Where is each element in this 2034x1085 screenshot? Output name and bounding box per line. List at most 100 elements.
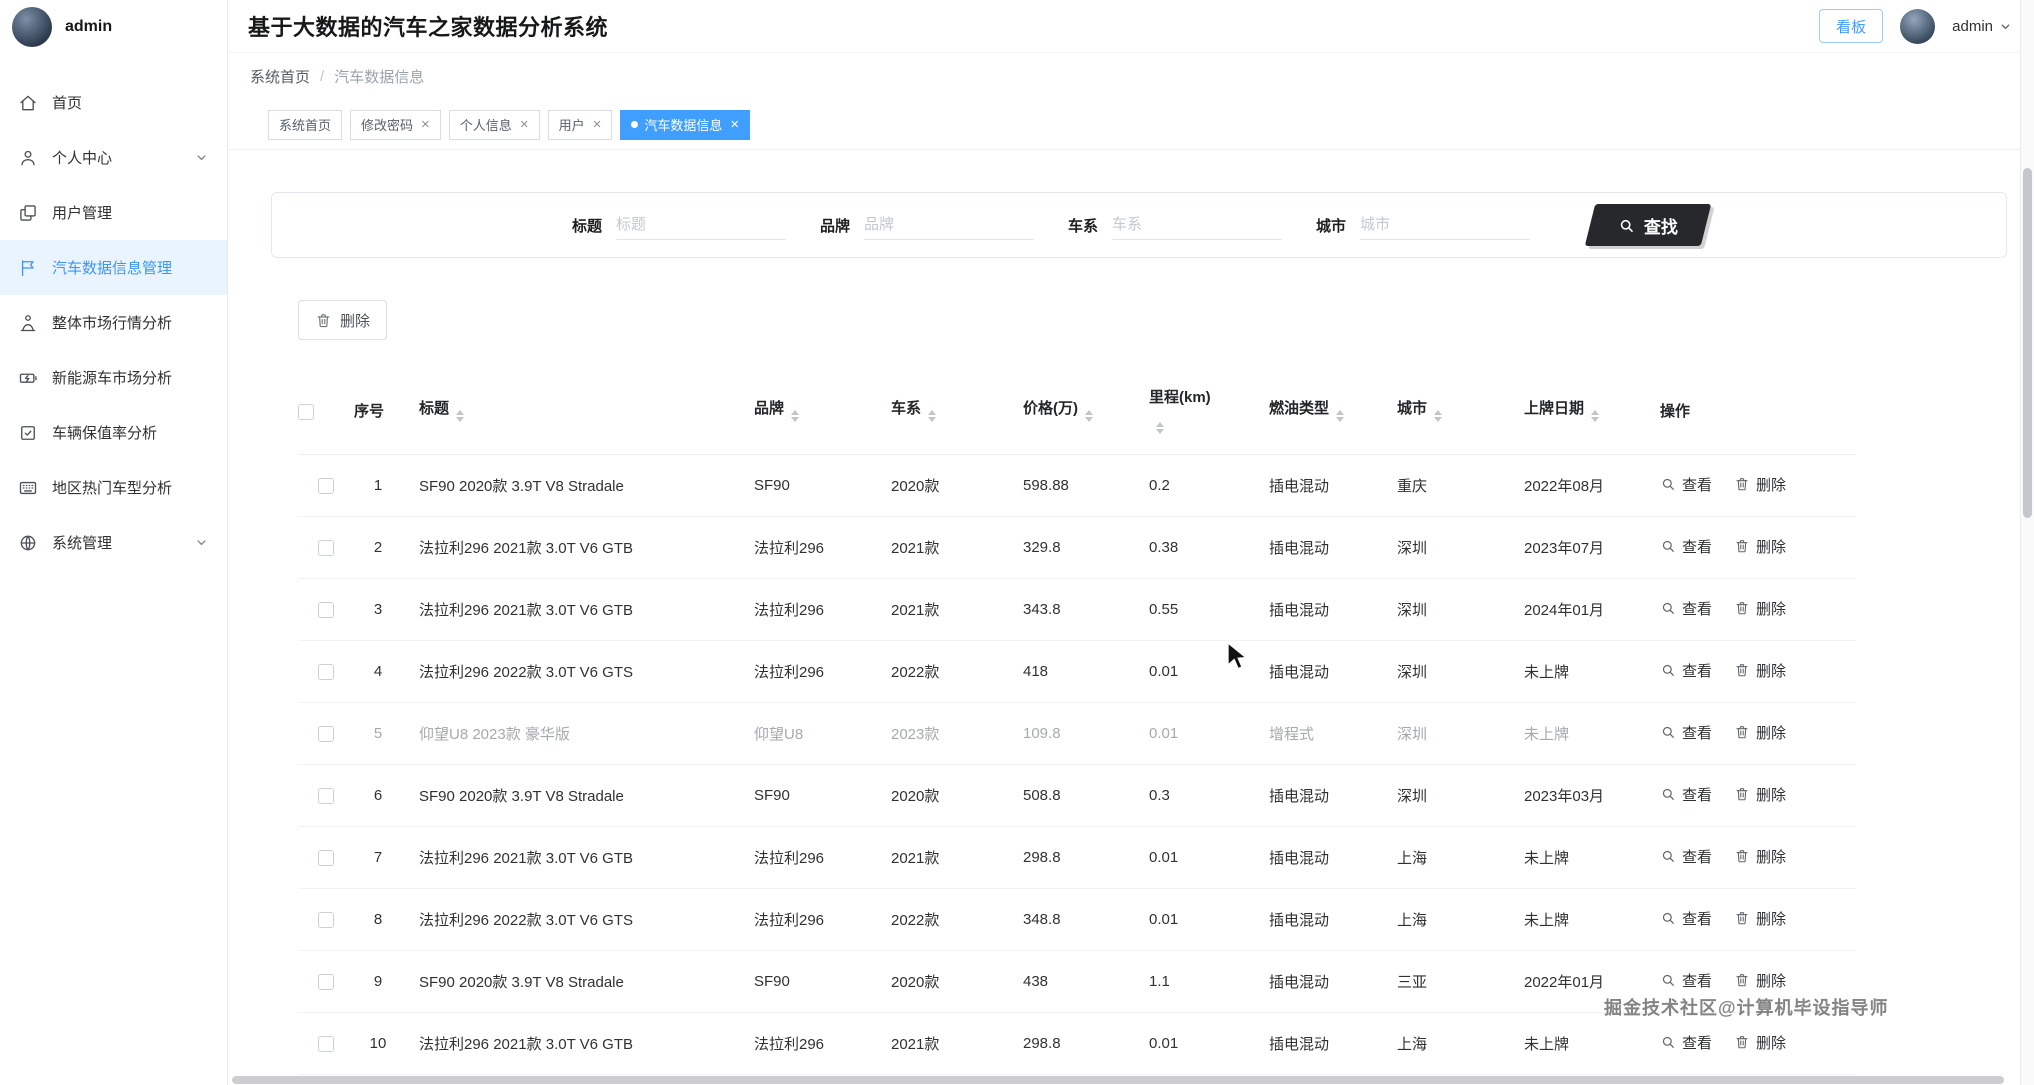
vertical-scrollbar-thumb[interactable] [2023, 168, 2032, 518]
user-icon [18, 148, 38, 168]
view-button[interactable]: 查看 [1660, 784, 1712, 805]
sort-carets-icon[interactable] [928, 406, 936, 426]
row-checkbox[interactable] [318, 664, 334, 680]
cell-city: 深圳 [1380, 578, 1507, 640]
view-button[interactable]: 查看 [1660, 970, 1712, 991]
search-label-0: 标题 [572, 215, 602, 236]
row-checkbox[interactable] [318, 1036, 334, 1052]
tag-2[interactable]: 个人信息× [449, 110, 540, 140]
delete-button[interactable]: 删除 [1734, 722, 1786, 743]
sidebar-item-1[interactable]: 个人中心 [0, 130, 227, 185]
select-all-checkbox[interactable] [298, 404, 314, 420]
sort-carets-icon[interactable] [1434, 406, 1442, 426]
delete-button[interactable]: 删除 [1734, 970, 1786, 991]
row-checkbox[interactable] [318, 850, 334, 866]
delete-button[interactable]: 删除 [1734, 474, 1786, 495]
view-button[interactable]: 查看 [1660, 660, 1712, 681]
row-checkbox[interactable] [318, 912, 334, 928]
delete-button[interactable]: 删除 [1734, 784, 1786, 805]
sort-carets-icon[interactable] [1085, 406, 1093, 426]
sidebar-item-2[interactable]: 用户管理 [0, 185, 227, 240]
cell-index: 10 [354, 1012, 402, 1074]
sort-carets-icon[interactable] [456, 406, 464, 426]
view-icon [1660, 1034, 1676, 1050]
sort-carets-icon[interactable] [1336, 406, 1344, 426]
sidebar-user: admin [0, 0, 227, 54]
bulk-delete-button[interactable]: 删除 [298, 300, 387, 340]
cell-price: 109.8 [1006, 702, 1132, 764]
delete-button[interactable]: 删除 [1734, 846, 1786, 867]
column-header-price[interactable]: 价格(万) [1006, 370, 1132, 454]
view-button[interactable]: 查看 [1660, 722, 1712, 743]
sidebar-item-4[interactable]: 整体市场行情分析 [0, 295, 227, 350]
tag-label: 系统首页 [279, 115, 331, 134]
column-header-actions: 操作 [1643, 370, 1856, 454]
trash-icon [1734, 910, 1750, 926]
column-header-city[interactable]: 城市 [1380, 370, 1507, 454]
sidebar-item-5[interactable]: 新能源车市场分析 [0, 350, 227, 405]
tag-0[interactable]: 系统首页 [268, 110, 342, 140]
column-header-reg_date[interactable]: 上牌日期 [1507, 370, 1643, 454]
sidebar-item-0[interactable]: 首页 [0, 75, 227, 130]
tag-1[interactable]: 修改密码× [350, 110, 441, 140]
sort-carets-icon[interactable] [791, 406, 799, 426]
view-button[interactable]: 查看 [1660, 536, 1712, 557]
cell-fuel: 插电混动 [1252, 826, 1380, 888]
row-checkbox[interactable] [318, 478, 334, 494]
view-button[interactable]: 查看 [1660, 1032, 1712, 1053]
sidebar-item-8[interactable]: 系统管理 [0, 515, 227, 570]
delete-button[interactable]: 删除 [1734, 660, 1786, 681]
tag-4[interactable]: 汽车数据信息 × [620, 110, 750, 140]
cell-reg_date: 未上牌 [1507, 888, 1643, 950]
cell-series: 2023款 [874, 702, 1006, 764]
checkbox-cell [298, 516, 354, 578]
column-header-mileage[interactable]: 里程(km) [1132, 370, 1252, 454]
search-input-2[interactable] [1112, 210, 1282, 240]
search-input-1[interactable] [864, 210, 1034, 240]
table-row-4: 4法拉利296 2022款 3.0T V6 GTS法拉利2962022款4180… [298, 640, 1856, 702]
row-checkbox[interactable] [318, 540, 334, 556]
sidebar-item-7[interactable]: 地区热门车型分析 [0, 460, 227, 515]
sort-carets-icon[interactable] [1156, 418, 1164, 438]
column-header-series[interactable]: 车系 [874, 370, 1006, 454]
close-icon[interactable]: × [593, 117, 602, 132]
search-card: 标题品牌车系城市 查找 [271, 192, 2007, 258]
close-icon[interactable]: × [730, 117, 739, 132]
view-button[interactable]: 查看 [1660, 908, 1712, 929]
view-button[interactable]: 查看 [1660, 598, 1712, 619]
delete-button[interactable]: 删除 [1734, 598, 1786, 619]
header-avatar[interactable] [1900, 9, 1935, 44]
delete-button[interactable]: 删除 [1734, 536, 1786, 557]
cell-actions: 查看 删除 [1643, 764, 1856, 826]
sidebar-item-6[interactable]: 车辆保值率分析 [0, 405, 227, 460]
cell-fuel: 插电混动 [1252, 454, 1380, 516]
row-checkbox[interactable] [318, 602, 334, 618]
row-checkbox[interactable] [318, 974, 334, 990]
column-header-brand[interactable]: 品牌 [737, 370, 874, 454]
row-checkbox[interactable] [318, 726, 334, 742]
view-button[interactable]: 查看 [1660, 846, 1712, 867]
tag-label: 汽车数据信息 [644, 115, 722, 134]
cell-fuel: 插电混动 [1252, 888, 1380, 950]
delete-button[interactable]: 删除 [1734, 1032, 1786, 1053]
sidebar-item-3[interactable]: 汽车数据信息管理 [0, 240, 227, 295]
search-button[interactable]: 查找 [1585, 204, 1711, 246]
close-icon[interactable]: × [520, 117, 529, 132]
cell-actions: 查看 删除 [1643, 516, 1856, 578]
horizontal-scrollbar-thumb[interactable] [232, 1076, 2004, 1084]
search-input-0[interactable] [616, 210, 786, 240]
row-checkbox[interactable] [318, 788, 334, 804]
column-header-fuel[interactable]: 燃油类型 [1252, 370, 1380, 454]
view-button[interactable]: 查看 [1660, 474, 1712, 495]
search-input-3[interactable] [1360, 210, 1530, 240]
column-header-title[interactable]: 标题 [402, 370, 737, 454]
delete-button[interactable]: 删除 [1734, 908, 1786, 929]
breadcrumb-home[interactable]: 系统首页 [250, 66, 310, 87]
sort-carets-icon[interactable] [1591, 406, 1599, 426]
tag-3[interactable]: 用户× [548, 110, 613, 140]
close-icon[interactable]: × [421, 117, 430, 132]
header-user-menu[interactable]: admin [1952, 18, 2012, 35]
kanban-button[interactable]: 看板 [1819, 9, 1883, 43]
cell-title: 法拉利296 2021款 3.0T V6 GTB [402, 826, 737, 888]
data-table: 序号标题品牌车系价格(万)里程(km)燃油类型城市上牌日期操作 1SF90 20… [298, 370, 1856, 1075]
